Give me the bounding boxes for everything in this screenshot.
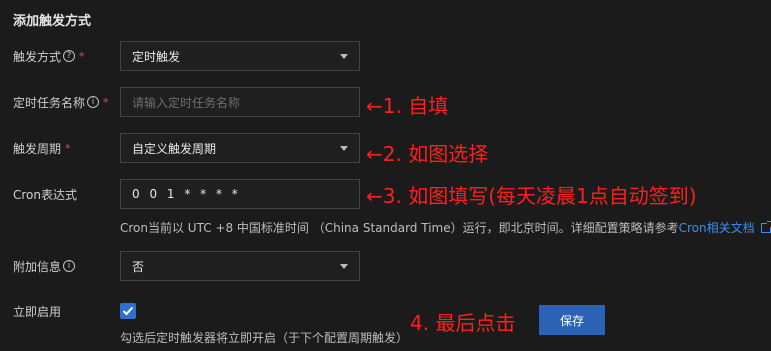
- section-title: 添加触发方式: [13, 14, 92, 29]
- trigger-period-select[interactable]: 自定义触发周期: [120, 133, 360, 163]
- cron-label-text: Cron表达式: [13, 187, 77, 202]
- trigger-period-label-text: 触发周期: [13, 141, 62, 156]
- cron-hint: Cron当前以 UTC +8 中国标准时间 （China Standard Ti…: [120, 219, 771, 236]
- save-button[interactable]: 保存: [539, 305, 605, 335]
- trigger-type-select[interactable]: 定时触发: [120, 41, 360, 71]
- required-mark: *: [79, 49, 85, 63]
- chevron-down-icon: [340, 145, 348, 151]
- required-mark: *: [103, 95, 109, 109]
- task-name-label-text: 定时任务名称: [13, 95, 86, 110]
- annotation-step-2: ←2. 如图选择: [366, 142, 489, 166]
- chevron-down-icon: [340, 53, 348, 59]
- trigger-type-value: 定时触发: [132, 49, 181, 64]
- enable-now-label-text: 立即启用: [13, 304, 62, 319]
- trigger-period-value: 自定义触发周期: [132, 141, 217, 156]
- extra-info-label-text: 附加信息: [13, 259, 62, 274]
- cron-hint-text: Cron当前以 UTC +8 中国标准时间 （China Standard Ti…: [120, 221, 679, 235]
- trigger-type-label: 触发方式 ? *: [13, 41, 85, 71]
- check-icon: [122, 306, 134, 316]
- extra-info-value: 否: [132, 259, 145, 274]
- enable-now-checkbox[interactable]: [120, 303, 136, 319]
- annotation-step-4: 4. 最后点击: [410, 311, 516, 335]
- task-name-label: 定时任务名称 i *: [13, 87, 109, 117]
- cron-label: Cron表达式: [13, 179, 77, 209]
- enable-now-hint: 勾选后定时触发器将立即开启（于下个配置周期触发）: [120, 331, 409, 345]
- required-mark: *: [65, 141, 71, 155]
- enable-now-label: 立即启用: [13, 296, 61, 326]
- annotation-step-3: ←3. 如图填写(每天凌晨1点自动签到): [366, 184, 697, 208]
- extra-info-select[interactable]: 否: [120, 251, 360, 281]
- cron-input[interactable]: 0 0 1 * * * *: [120, 179, 360, 209]
- chevron-down-icon: [340, 263, 348, 269]
- question-circle-icon[interactable]: ?: [63, 50, 76, 62]
- trigger-period-label: 触发周期 *: [13, 133, 71, 163]
- cron-docs-link[interactable]: Cron相关文档: [679, 221, 755, 235]
- external-link-icon[interactable]: [760, 221, 771, 233]
- info-circle-icon[interactable]: i: [63, 260, 76, 272]
- trigger-type-label-text: 触发方式: [13, 49, 62, 64]
- annotation-step-1: ←1. 自填: [366, 94, 449, 118]
- task-name-input[interactable]: 请输入定时任务名称: [120, 87, 360, 117]
- task-name-placeholder: 请输入定时任务名称: [132, 95, 241, 110]
- extra-info-label: 附加信息 i: [13, 251, 76, 281]
- cron-value: 0 0 1 * * * *: [132, 187, 241, 201]
- info-circle-icon[interactable]: i: [87, 96, 100, 108]
